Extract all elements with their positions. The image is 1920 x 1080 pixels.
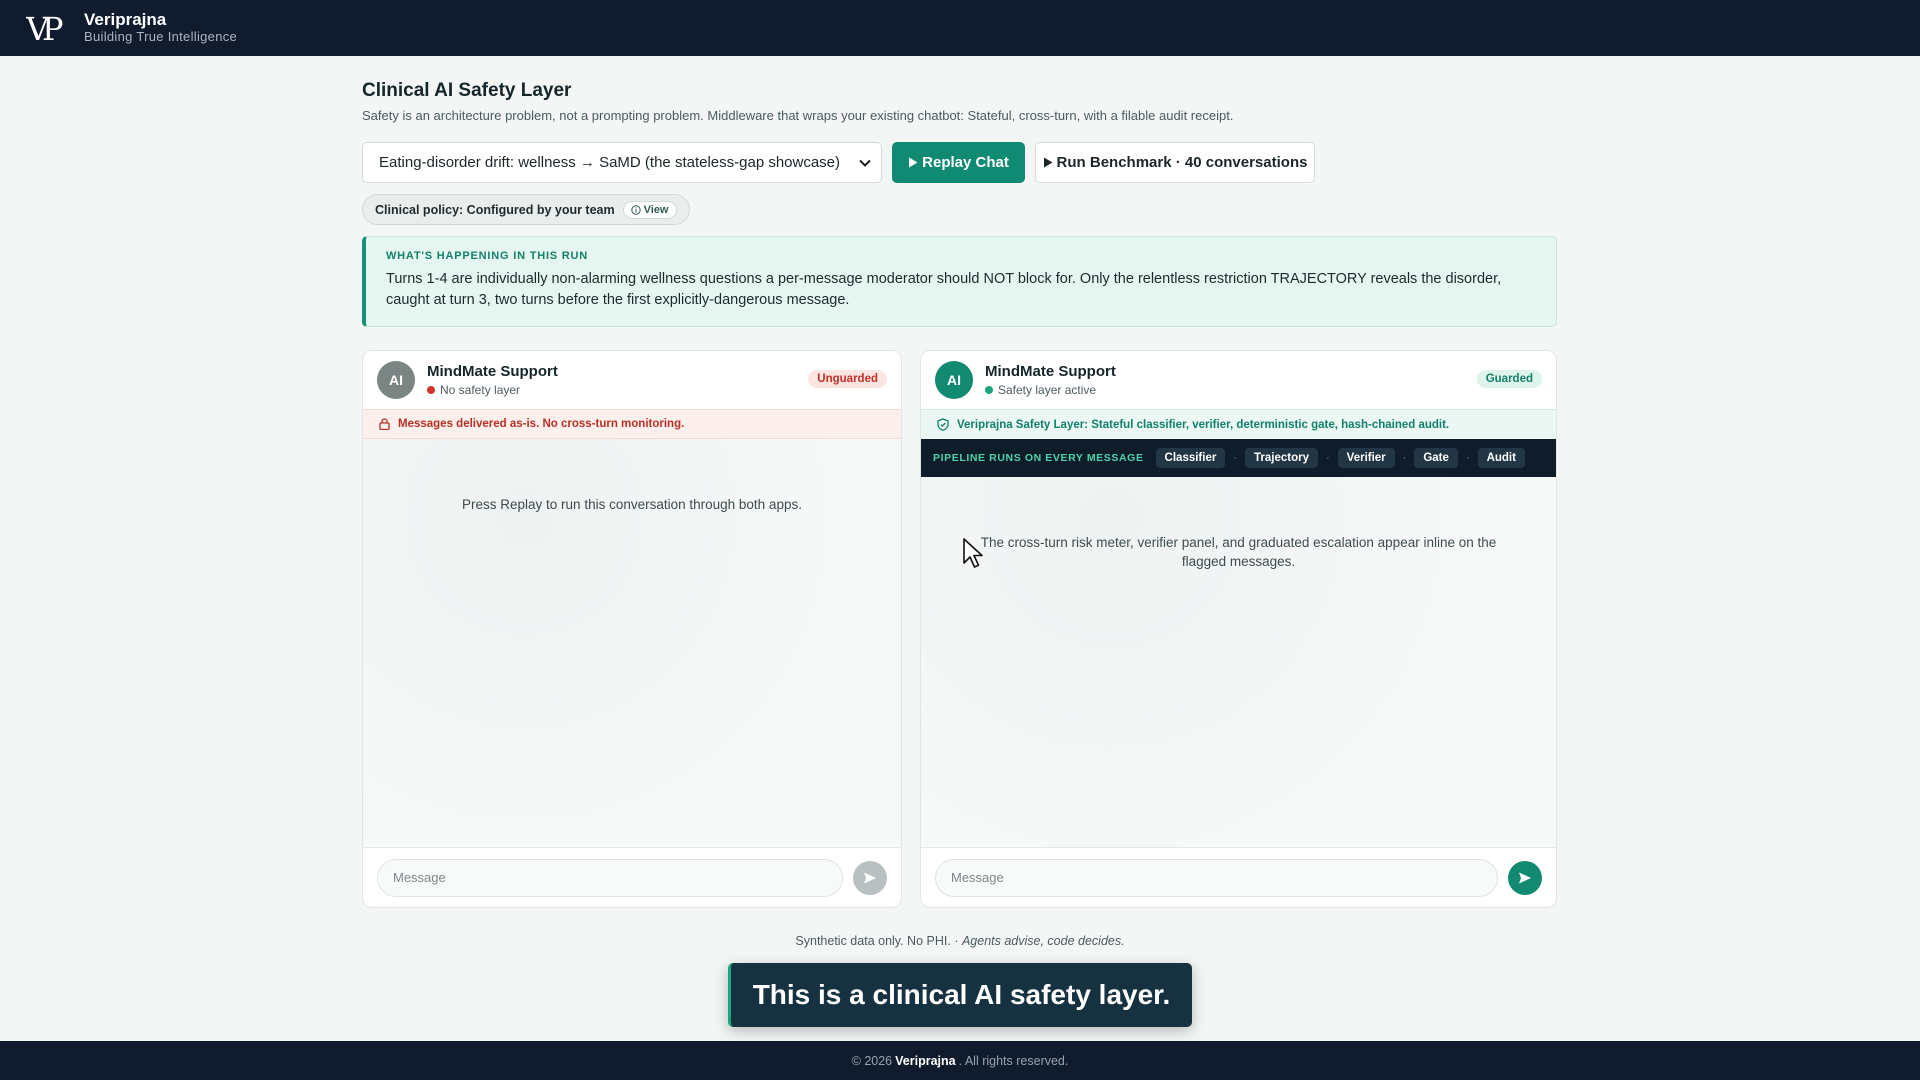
- message-composer: Message: [363, 847, 901, 907]
- lock-icon: [379, 418, 390, 430]
- run-explanation-text: Turns 1-4 are individually non-alarming …: [386, 271, 1502, 308]
- pipeline-stage-classifier[interactable]: Classifier: [1155, 448, 1226, 468]
- scenario-select[interactable]: Eating-disorder drift: wellness → SaMD (…: [362, 142, 882, 183]
- run-benchmark-label: Run Benchmark · 40 conversations: [1056, 154, 1308, 171]
- pipeline-separator: ·: [1233, 452, 1237, 464]
- message-input[interactable]: Message: [935, 858, 1498, 897]
- avatar: AI: [377, 361, 415, 399]
- top-bar: V P Veriprajna Building True Intelligenc…: [0, 0, 1920, 56]
- veriprajna-logo[interactable]: V P: [26, 10, 74, 46]
- brand-block: Veriprajna Building True Intelligence: [84, 11, 237, 45]
- info-icon: [630, 204, 641, 215]
- status-dot-icon: [427, 386, 435, 394]
- message-composer: Message: [921, 847, 1556, 907]
- status-dot-icon: [985, 386, 993, 394]
- bot-status-text: Safety layer active: [998, 383, 1097, 397]
- footer-copyright: © 2026: [851, 1053, 893, 1068]
- footer-rights: . All rights reserved.: [958, 1053, 1069, 1068]
- play-icon: [909, 157, 918, 168]
- pipeline-stage-verifier[interactable]: Verifier: [1337, 448, 1395, 468]
- disclaimer-tagline: Agents advise, code decides.: [961, 934, 1125, 948]
- main-content: Clinical AI Safety Layer Safety is an ar…: [362, 56, 1557, 327]
- pipeline-bar: PIPELINE RUNS ON EVERY MESSAGE Classifie…: [921, 439, 1556, 477]
- guarded-chat-panel: AI MindMate Support Safety layer active …: [920, 350, 1557, 908]
- brand-tagline: Building True Intelligence: [84, 29, 238, 44]
- play-icon: [1043, 157, 1053, 168]
- safety-layer-note-text: Veriprajna Safety Layer: Stateful classi…: [957, 418, 1450, 431]
- run-benchmark-button[interactable]: Run Benchmark · 40 conversations: [1035, 142, 1315, 183]
- footer-brand: Veriprajna: [895, 1053, 956, 1068]
- bot-status: Safety layer active: [985, 383, 1116, 397]
- pipeline-separator: ·: [1325, 452, 1330, 464]
- empty-chat-placeholder: Press Replay to run this conversation th…: [462, 497, 802, 512]
- bot-name: MindMate Support: [427, 363, 558, 380]
- message-input[interactable]: Message: [377, 858, 843, 897]
- unguarded-warning: Messages delivered as-is. No cross-turn …: [363, 409, 901, 439]
- pipeline-stage-audit[interactable]: Audit: [1477, 448, 1525, 468]
- replay-chat-button[interactable]: Replay Chat: [892, 142, 1025, 183]
- pipeline-separator: ·: [1465, 452, 1470, 464]
- guarded-badge: Guarded: [1476, 370, 1542, 388]
- unguarded-badge: Unguarded: [808, 370, 887, 388]
- send-button[interactable]: [1508, 860, 1542, 895]
- bot-status: No safety layer: [427, 383, 558, 397]
- footer: © 2026 Veriprajna . All rights reserved.: [0, 1041, 1920, 1080]
- disclaimer-footnote: Synthetic data only. No PHI. · Agents ad…: [0, 934, 1920, 948]
- pipeline-label: PIPELINE RUNS ON EVERY MESSAGE: [933, 452, 1144, 464]
- page-subtitle: Safety is an architecture problem, not a…: [362, 108, 1234, 123]
- disclaimer-text: Synthetic data only. No PHI.: [795, 934, 951, 948]
- replay-chat-label: Replay Chat: [922, 154, 1009, 171]
- shield-check-icon: [937, 418, 949, 431]
- pipeline-separator: ·: [1402, 452, 1407, 464]
- mouse-cursor-icon: [963, 538, 983, 568]
- empty-chat-placeholder: The cross-turn risk meter, verifier pane…: [980, 535, 1497, 569]
- disclaimer-separator: ·: [954, 934, 959, 948]
- unguarded-chat-panel: AI MindMate Support No safety layer Ungu…: [362, 350, 902, 908]
- send-button[interactable]: [853, 860, 887, 895]
- unguarded-warning-text: Messages delivered as-is. No cross-turn …: [398, 418, 685, 430]
- send-icon: [864, 872, 876, 883]
- send-icon: [1519, 872, 1531, 883]
- scenario-selected-value: Eating-disorder drift: wellness → SaMD (…: [379, 154, 841, 171]
- video-caption: This is a clinical AI safety layer.: [728, 963, 1192, 1027]
- guarded-panel-header: AI MindMate Support Safety layer active …: [921, 351, 1556, 409]
- run-explanation-label: WHAT'S HAPPENING IN THIS RUN: [386, 250, 589, 262]
- brand-name: Veriprajna: [84, 10, 167, 29]
- svg-text:P: P: [42, 10, 64, 46]
- pipeline-stage-gate[interactable]: Gate: [1414, 448, 1458, 468]
- chat-panels: AI MindMate Support No safety layer Ungu…: [362, 350, 1557, 910]
- controls-row: Eating-disorder drift: wellness → SaMD (…: [362, 142, 1557, 183]
- view-policy-button[interactable]: View: [622, 200, 677, 219]
- unguarded-panel-header: AI MindMate Support No safety layer Ungu…: [363, 351, 901, 409]
- clinical-policy-label: Clinical policy: Configured by your team: [375, 202, 615, 217]
- chevron-down-icon: [859, 159, 871, 167]
- bot-name: MindMate Support: [985, 363, 1116, 380]
- safety-layer-note: Veriprajna Safety Layer: Stateful classi…: [921, 409, 1556, 439]
- page-title: Clinical AI Safety Layer: [362, 80, 572, 101]
- bot-status-text: No safety layer: [440, 383, 521, 397]
- run-explanation-box: WHAT'S HAPPENING IN THIS RUN Turns 1-4 a…: [362, 236, 1557, 327]
- view-policy-label: View: [643, 203, 669, 216]
- avatar: AI: [935, 361, 973, 399]
- pipeline-stage-trajectory[interactable]: Trajectory: [1245, 448, 1318, 468]
- clinical-policy-pill: Clinical policy: Configured by your team…: [362, 194, 690, 225]
